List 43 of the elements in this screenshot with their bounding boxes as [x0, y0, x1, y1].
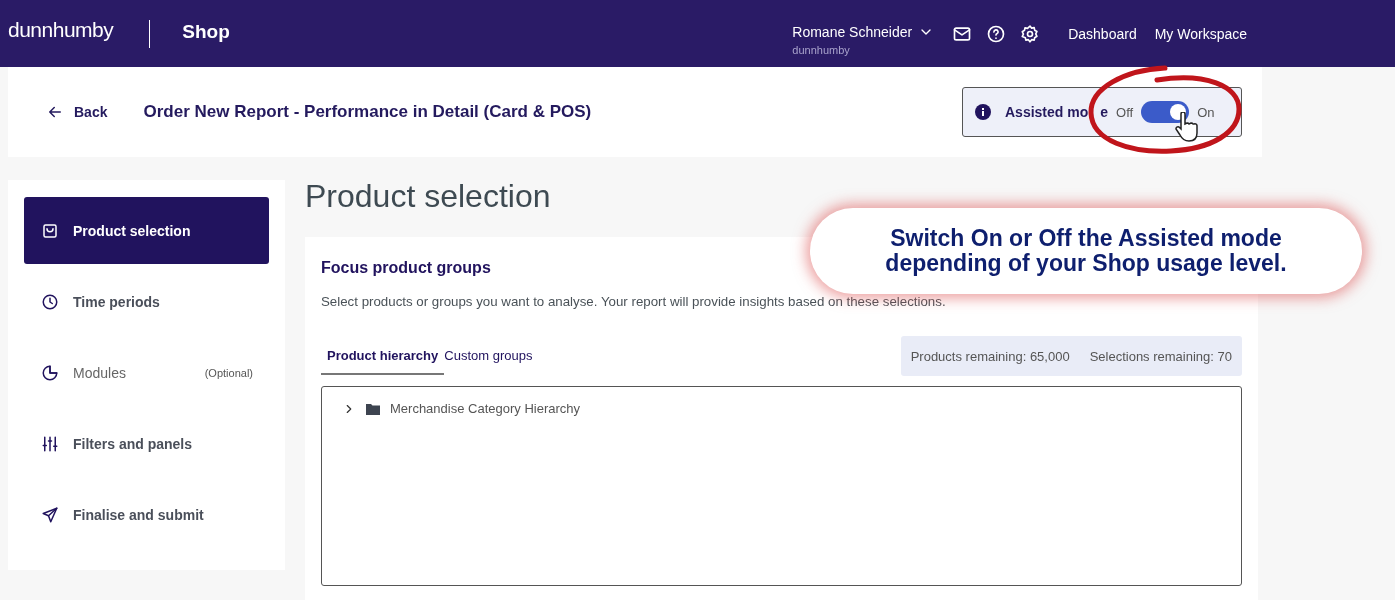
sidebar-item[interactable]: Finalise and submit — [24, 481, 269, 548]
tab[interactable]: Custom groups — [444, 337, 539, 375]
bag-icon — [41, 221, 59, 240]
callout-text: Switch On or Off the Assisted mode depending of your Shop usage level. — [884, 226, 1288, 276]
sidebar-item[interactable]: Time periods — [24, 268, 269, 335]
assisted-mode-switch[interactable] — [1141, 101, 1190, 123]
help-icon[interactable] — [986, 23, 1007, 44]
app-name: Shop — [182, 20, 230, 43]
card-heading: Focus product groups — [321, 259, 491, 277]
hand-cursor-icon — [1175, 112, 1199, 142]
nav-link[interactable]: My Workspace — [1154, 25, 1247, 42]
clock-icon — [41, 292, 59, 311]
assisted-mode-label-tail: e — [1100, 104, 1109, 120]
page-title: Order New Report - Performance in Detail (Card & POS) — [143, 102, 592, 122]
card-description: Select products or groups you want to analyse. Your report will provide insights based on these selections. — [321, 293, 947, 311]
sidebar-item[interactable]: Modules (Optional) — [24, 339, 269, 406]
nav-link[interactable]: Dashboard — [1068, 25, 1137, 42]
off-label: Off — [1116, 104, 1134, 120]
sidebar-item[interactable]: Product selection — [24, 197, 269, 264]
organisation-name: dunnhumby — [792, 43, 851, 56]
optional-note: (Optional) — [204, 366, 253, 379]
counter-text: Selections remaining: 70 — [1089, 348, 1232, 364]
folder-icon — [366, 402, 380, 415]
sidebar-item-label: Product selection — [73, 222, 191, 239]
tree-item-label[interactable]: Merchandise Category Hierarchy — [390, 401, 581, 416]
sidebar-item-label: Modules — [73, 364, 126, 381]
sidebar-item[interactable]: Filters and panels — [24, 410, 269, 477]
counter-text: Products remaining: 65,000 — [910, 348, 1070, 364]
send-icon — [41, 505, 59, 524]
sliders-icon — [41, 434, 59, 453]
info-icon — [975, 104, 991, 120]
pie-chart-icon — [41, 363, 59, 382]
settings-icon[interactable] — [1020, 23, 1041, 44]
sidebar-item-label: Finalise and submit — [73, 506, 204, 523]
logo: dunnhumby — [8, 17, 114, 42]
sidebar-item-label: Filters and panels — [73, 435, 193, 452]
sidebar-item-label: Time periods — [73, 293, 160, 310]
section-title: Product selection — [305, 178, 552, 215]
on-label: On — [1197, 104, 1215, 120]
back-button[interactable]: Back — [46, 103, 108, 121]
assisted-mode-label: Assisted mo — [1005, 104, 1089, 120]
tab[interactable]: Product hierarchy — [321, 337, 445, 375]
user-menu[interactable]: Romane Schneider — [792, 23, 935, 40]
